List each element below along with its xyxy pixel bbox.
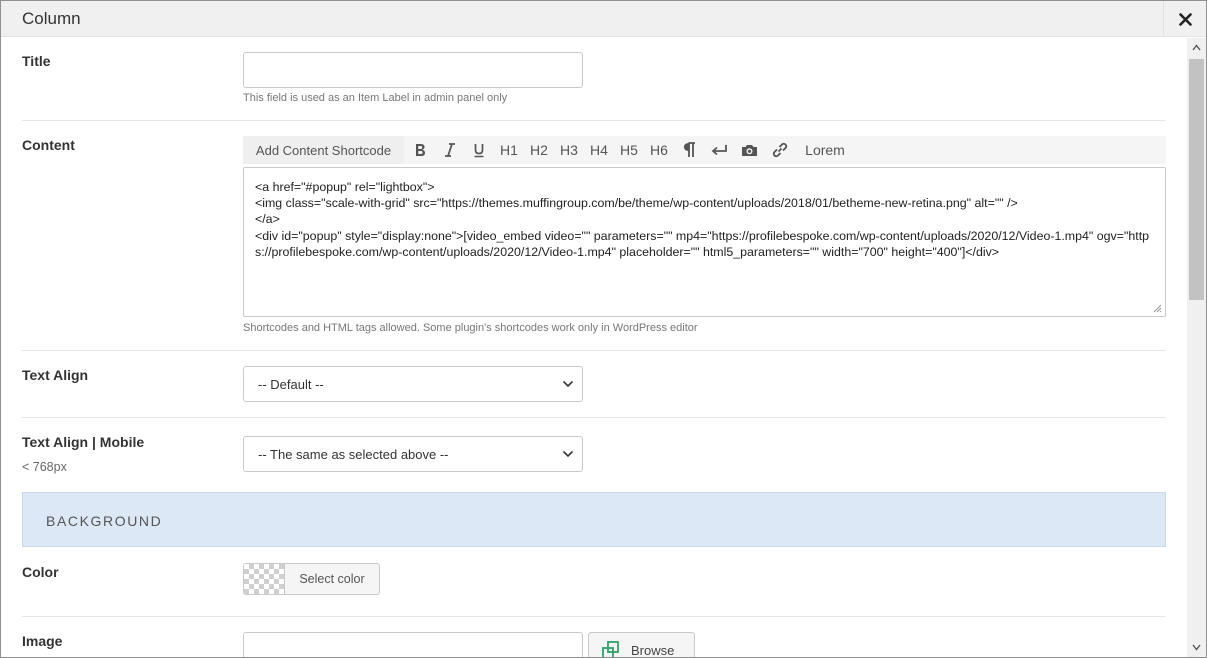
chevron-down-icon: [562, 380, 574, 388]
h5-button[interactable]: H5: [617, 136, 641, 164]
text-align-mobile-selected: -- The same as selected above --: [258, 446, 449, 462]
text-align-select[interactable]: -- Default --: [243, 366, 583, 402]
h1-button[interactable]: H1: [497, 136, 521, 164]
resize-handle-icon[interactable]: [1153, 304, 1162, 313]
browse-label: Browse: [631, 643, 675, 658]
camera-icon: [741, 144, 757, 156]
select-color-button[interactable]: Select color: [243, 563, 380, 595]
title-description: This field is used as an Item Label in a…: [243, 92, 508, 104]
scroll-down-icon[interactable]: [1192, 644, 1201, 651]
text-align-selected: -- Default --: [258, 376, 324, 392]
close-icon: [1178, 12, 1192, 26]
select-color-label: Select color: [299, 572, 365, 586]
scroll-up-icon[interactable]: [1192, 44, 1201, 51]
text-align-mobile-select[interactable]: -- The same as selected above --: [243, 436, 583, 472]
title-row: Title: [22, 38, 1166, 121]
paragraph-button[interactable]: [678, 136, 700, 164]
text-align-mobile-row: Text Align | Mobile < 768px: [22, 418, 1166, 492]
link-button[interactable]: [768, 136, 792, 164]
link-icon: [772, 142, 788, 158]
browse-icon: [602, 641, 619, 657]
color-row: Color: [22, 547, 1166, 617]
underline-icon: [474, 143, 484, 157]
image-label: Image: [22, 633, 63, 649]
background-section-heading: BACKGROUND: [22, 492, 1166, 547]
lorem-button[interactable]: Lorem: [799, 136, 851, 164]
content-editor[interactable]: <a href="#popup" rel="lightbox"> <img cl…: [243, 167, 1166, 317]
scrollbar-thumb[interactable]: [1189, 59, 1204, 300]
h2-button[interactable]: H2: [527, 136, 551, 164]
bold-button[interactable]: [410, 136, 430, 164]
content-description: Shortcodes and HTML tags allowed. Some p…: [243, 322, 698, 334]
line-break-button[interactable]: [708, 136, 730, 164]
color-swatch: [244, 564, 285, 594]
editor-toolbar: Add Content Shortcode H1 H2 H3 H4 H5 H6: [243, 136, 1166, 164]
italic-icon: [445, 143, 455, 157]
background-heading-text: BACKGROUND: [46, 513, 163, 529]
image-button[interactable]: [738, 136, 760, 164]
modal-title: Column: [22, 9, 81, 28]
modal-content: Title This field is used as an Item Labe…: [1, 38, 1187, 658]
h6-button[interactable]: H6: [647, 136, 671, 164]
bold-icon: [416, 144, 425, 156]
text-align-mobile-sublabel: < 768px: [22, 460, 67, 474]
text-align-label: Text Align: [22, 367, 89, 383]
close-button[interactable]: [1163, 1, 1206, 37]
column-modal: Column Title This field is used as an It…: [0, 0, 1207, 658]
content-label: Content: [22, 137, 75, 153]
chevron-down-icon: [562, 450, 574, 458]
text-align-mobile-label: Text Align | Mobile: [22, 434, 145, 450]
paragraph-icon: [683, 142, 695, 157]
color-label: Color: [22, 564, 59, 580]
underline-button[interactable]: [469, 136, 489, 164]
h4-button[interactable]: H4: [587, 136, 611, 164]
content-editor-text: <a href="#popup" rel="lightbox"> <img cl…: [255, 180, 1150, 259]
add-shortcode-button[interactable]: Add Content Shortcode: [243, 136, 404, 164]
h3-button[interactable]: H3: [557, 136, 581, 164]
image-url-input[interactable]: [243, 632, 583, 657]
title-input[interactable]: [243, 52, 583, 88]
modal-header: Column: [1, 1, 1206, 37]
line-break-icon: [711, 145, 727, 156]
italic-button[interactable]: [440, 136, 460, 164]
vertical-scrollbar[interactable]: [1187, 38, 1206, 657]
text-align-row: Text Align: [22, 351, 1166, 418]
browse-button[interactable]: Browse: [588, 632, 695, 658]
title-label: Title: [22, 53, 51, 69]
